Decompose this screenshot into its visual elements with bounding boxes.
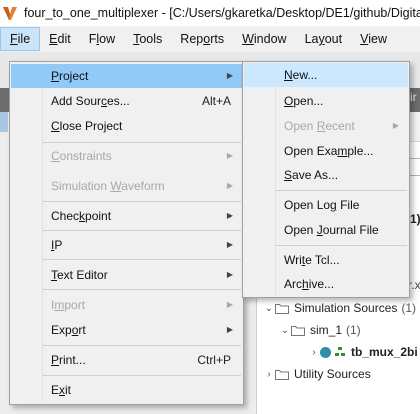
menu-item-archive[interactable]: Archive...: [244, 272, 408, 296]
menu-item-open[interactable]: Open...: [244, 89, 408, 113]
submenu-arrow-icon: ▶: [226, 71, 233, 80]
menu-item-text-editor[interactable]: Text Editor ▶: [11, 263, 242, 287]
chevron-down-icon[interactable]: ⌄: [263, 303, 275, 314]
submenu-arrow-icon: ▶: [226, 151, 233, 160]
menu-separator: [42, 142, 241, 143]
menu-separator: [42, 375, 241, 376]
menu-item-new[interactable]: New...: [244, 63, 408, 87]
submenu-arrow-icon: ▶: [226, 240, 233, 249]
menu-item-add-sources[interactable]: Add Sources... Alt+A: [11, 89, 242, 113]
menu-item-label: Open...: [284, 94, 324, 108]
menu-item-label: Constraints: [51, 149, 112, 163]
menu-item-label: Exit: [51, 383, 72, 397]
menu-separator: [42, 289, 241, 290]
menu-item-export[interactable]: Export ▶: [11, 318, 242, 342]
folder-icon: [291, 325, 305, 336]
tree-label: Utility Sources: [294, 367, 371, 381]
menu-item-import[interactable]: Import ▶: [11, 293, 242, 317]
shortcut-label: Alt+A: [201, 94, 231, 108]
menu-item-save-as[interactable]: Save As...: [244, 163, 408, 187]
menu-reports[interactable]: Reports: [171, 27, 233, 51]
chevron-down-icon[interactable]: ⌄: [279, 325, 291, 336]
menu-tools[interactable]: Tools: [124, 27, 171, 51]
menu-window[interactable]: Window: [233, 27, 295, 51]
shortcut-label: Ctrl+P: [197, 353, 231, 367]
menu-item-constraints[interactable]: Constraints ▶: [11, 144, 242, 168]
sources-search-field[interactable]: [409, 158, 420, 176]
menu-item-label: Open Recent: [284, 119, 355, 133]
menu-item-close-project[interactable]: Close Project: [11, 114, 242, 138]
menu-item-open-log-file[interactable]: Open Log File: [244, 193, 408, 217]
menu-item-label: Close Project: [51, 119, 123, 133]
tree-item-tb-mux[interactable]: › tb_mux_2bi: [256, 341, 420, 363]
menu-item-label: Save As...: [284, 168, 339, 182]
menu-item-open-recent[interactable]: Open Recent ▶: [244, 114, 408, 138]
chevron-right-icon[interactable]: ›: [263, 369, 275, 380]
tree-label: sim_1: [310, 323, 343, 337]
tree-item-simulation-sources[interactable]: ⌄ Simulation Sources (1): [256, 297, 420, 319]
menu-separator: [275, 190, 407, 191]
tree-count: (1): [401, 301, 417, 315]
menu-item-print[interactable]: Print... Ctrl+P: [11, 348, 242, 372]
hierarchy-icon: [335, 347, 345, 357]
menu-view[interactable]: View: [351, 27, 396, 51]
folder-icon: [275, 303, 289, 314]
tree-item-utility-sources[interactable]: › Utility Sources: [256, 363, 420, 385]
menu-item-exit[interactable]: Exit: [11, 378, 242, 402]
menu-edit[interactable]: Edit: [40, 27, 80, 51]
chevron-right-icon[interactable]: ›: [308, 347, 320, 358]
menu-item-open-example[interactable]: Open Example...: [244, 139, 408, 163]
project-submenu: New... Open... Open Recent ▶ Open Exampl…: [242, 61, 410, 298]
folder-icon: [275, 369, 289, 380]
menu-flow[interactable]: Flow: [80, 27, 124, 51]
menu-item-ip[interactable]: IP ▶: [11, 233, 242, 257]
menu-item-label: Open Log File: [284, 198, 360, 212]
panel-tab-fragment: ir: [410, 90, 417, 104]
submenu-arrow-icon: ▶: [392, 121, 399, 130]
menu-item-label: Export: [51, 323, 86, 337]
menu-item-label: Open Journal File: [284, 223, 379, 237]
menu-separator: [275, 245, 407, 246]
menu-separator: [42, 259, 241, 260]
menu-file[interactable]: File: [0, 27, 41, 51]
menu-item-checkpoint[interactable]: Checkpoint ▶: [11, 204, 242, 228]
tree-label: Simulation Sources: [294, 301, 398, 315]
tree-item-sim-1[interactable]: ⌄ sim_1 (1): [256, 319, 420, 341]
title-bar: four_to_one_multiplexer - [C:/Users/gkar…: [0, 0, 420, 26]
menu-item-label: Archive...: [284, 277, 335, 291]
tree-count: (1): [346, 323, 361, 337]
menu-item-open-journal-file[interactable]: Open Journal File: [244, 218, 408, 242]
tree-count-fragment: 1): [410, 212, 420, 226]
submenu-arrow-icon: ▶: [226, 270, 233, 279]
menu-item-label: New...: [284, 68, 318, 82]
menu-item-label: Write Tcl...: [284, 253, 340, 267]
menu-item-label: Add Sources...: [51, 94, 130, 108]
submenu-arrow-icon: ▶: [226, 325, 233, 334]
menu-item-label: Text Editor: [51, 268, 108, 282]
file-menu: Project ▶ Add Sources... Alt+A Close Pro…: [9, 61, 244, 405]
vivado-logo-icon: [2, 5, 18, 21]
menu-separator: [42, 345, 241, 346]
menu-item-simulation-waveform[interactable]: Simulation Waveform ▶: [11, 174, 242, 198]
panel-selection-marker: [0, 112, 8, 132]
submenu-arrow-icon: ▶: [226, 211, 233, 220]
menu-layout[interactable]: Layout: [296, 27, 352, 51]
submenu-arrow-icon: ▶: [226, 181, 233, 190]
tree-label: tb_mux_2bi: [351, 345, 418, 359]
menu-item-label: Open Example...: [284, 144, 374, 158]
menu-item-label: Simulation Waveform: [51, 179, 165, 193]
submenu-arrow-icon: ▶: [226, 300, 233, 309]
menu-bar: File Edit Flow Tools Reports Window Layo…: [0, 26, 420, 52]
status-dot-icon: [320, 346, 331, 358]
menu-item-label: Import: [51, 298, 86, 312]
menu-item-write-tcl[interactable]: Write Tcl...: [244, 248, 408, 272]
menu-item-label: Print...: [51, 353, 86, 367]
menu-item-project[interactable]: Project ▶: [11, 64, 242, 88]
menu-separator: [42, 201, 241, 202]
menu-item-label: Checkpoint: [51, 209, 112, 223]
window-title: four_to_one_multiplexer - [C:/Users/gkar…: [24, 6, 420, 20]
menu-item-label: Project: [51, 69, 89, 83]
menu-separator: [42, 230, 241, 231]
menu-item-label: IP: [51, 238, 63, 252]
